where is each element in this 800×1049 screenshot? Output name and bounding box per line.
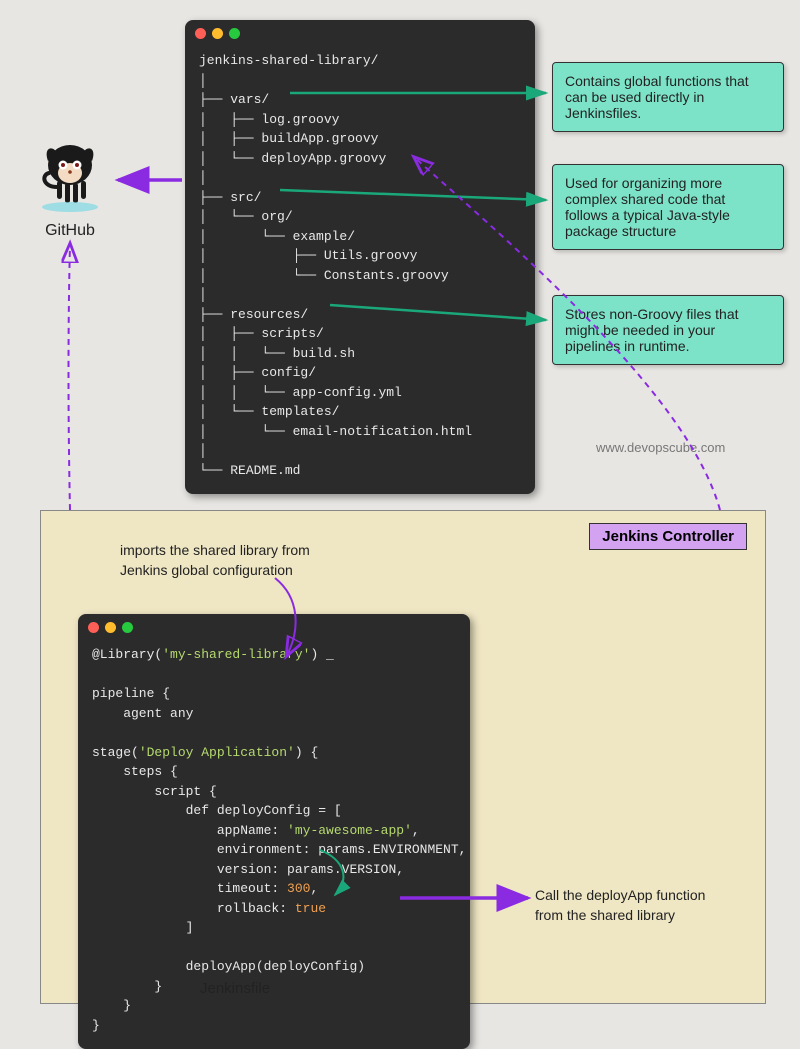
tree-body: jenkins-shared-library/ │ ├── vars/ │ ├─… (185, 47, 535, 494)
github-label: GitHub (35, 222, 105, 240)
call-note: Call the deployApp function from the sha… (535, 886, 705, 925)
jenkinsfile-label: Jenkinsfile (200, 980, 270, 997)
window-minimize-icon (105, 622, 116, 633)
import-note: imports the shared library from Jenkins … (120, 541, 310, 580)
annotation-resources: Stores non-Groovy files that might be ne… (552, 295, 784, 365)
website-credit: www.devopscube.com (596, 440, 725, 455)
annotation-src: Used for organizing more complex shared … (552, 164, 784, 250)
terminal-jenkinsfile: @Library('my-shared-library') _ pipeline… (78, 614, 470, 1049)
window-close-icon (195, 28, 206, 39)
window-zoom-icon (229, 28, 240, 39)
terminal-header (185, 20, 535, 47)
window-minimize-icon (212, 28, 223, 39)
jenkins-controller-label: Jenkins Controller (589, 523, 747, 550)
window-zoom-icon (122, 622, 133, 633)
annotation-vars: Contains global functions that can be us… (552, 62, 784, 132)
jenkinsfile-body: @Library('my-shared-library') _ pipeline… (78, 641, 470, 1049)
window-close-icon (88, 622, 99, 633)
terminal-shared-library-tree: jenkins-shared-library/ │ ├── vars/ │ ├─… (185, 20, 535, 494)
arrow-jenkins-to-github (69, 245, 71, 510)
terminal-header (78, 614, 470, 641)
github-block: GitHub (35, 135, 105, 240)
octocat-icon (35, 135, 105, 213)
